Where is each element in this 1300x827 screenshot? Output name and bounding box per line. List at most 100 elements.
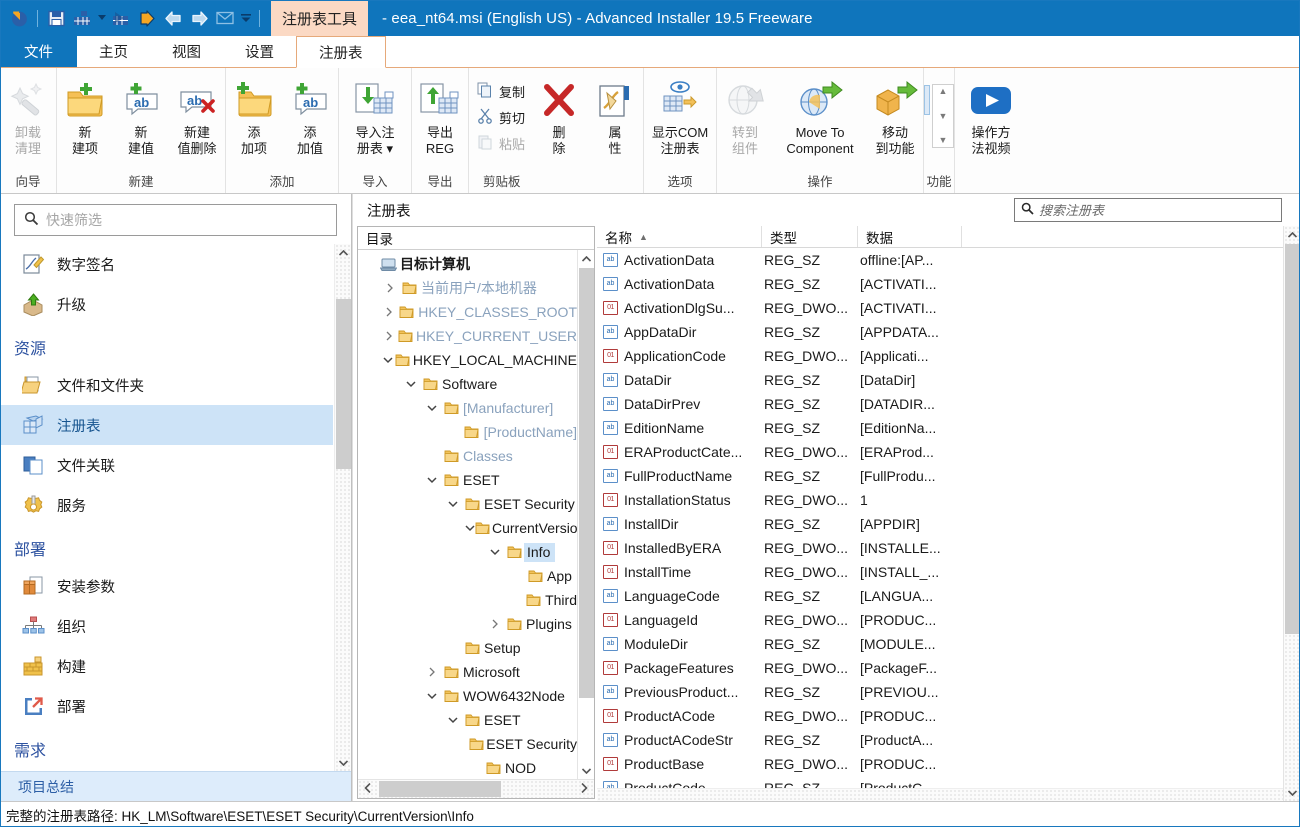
ribbon-button-add-key[interactable]: 添加项 [226,72,282,157]
tree-node[interactable]: NOD [358,756,577,779]
ribbon-button-go-to-component[interactable]: 转到组件 [717,72,773,157]
tab-file[interactable]: 文件 [0,36,77,67]
values-vertical-scrollbar[interactable] [1283,226,1300,801]
tree-twisty-collapsed-icon[interactable] [486,619,504,629]
tree-twisty-collapsed-icon[interactable] [381,331,397,341]
registry-value-row[interactable]: 01LanguageIdREG_DWO...[PRODUC... [597,608,1283,632]
registry-value-row[interactable]: 01ERAProductCate...REG_DWO...[ERAProd... [597,440,1283,464]
registry-value-row[interactable]: abDataDirREG_SZ[DataDir] [597,368,1283,392]
registry-value-row[interactable]: 01InstalledByERAREG_DWO...[INSTALLE... [597,536,1283,560]
values-scroll-down-icon[interactable] [1284,784,1300,801]
ribbon-button-cut[interactable]: 剪切 [477,104,525,130]
tab-registry[interactable]: 注册表 [296,36,386,68]
mail-icon[interactable] [212,5,238,31]
tree-twisty-expanded-icon[interactable] [402,380,420,388]
tree-node[interactable]: HKEY_CLASSES_ROOT [358,300,577,324]
spinner-down-icon[interactable]: ▼ [939,136,948,145]
tree-twisty-expanded-icon[interactable] [444,500,462,508]
sidebar-item-services[interactable]: 服务 [0,485,333,525]
registry-value-row[interactable]: abProductACodeStrREG_SZ[ProductA... [597,728,1283,752]
tree-node[interactable]: ESET Security [358,492,577,516]
tree-hscroll-thumb[interactable] [379,781,501,797]
column-header-data[interactable]: 数据 [858,226,962,247]
column-header-name[interactable]: 名称 ▲ [597,226,762,247]
app-logo-icon[interactable] [6,5,32,31]
back-icon[interactable] [160,5,186,31]
tree-node[interactable]: CurrentVersion [358,516,577,540]
tree-node[interactable]: Microsoft [358,660,577,684]
spinner-up-icon[interactable]: ▲ [939,87,948,96]
registry-value-row[interactable]: abActivationDataREG_SZoffline:[AP... [597,248,1283,272]
registry-value-row[interactable]: 01ProductACodeREG_DWO...[PRODUC... [597,704,1283,728]
values-horizontal-scrollbar[interactable] [597,788,1283,801]
registry-search-input[interactable] [1039,203,1275,218]
tree-node[interactable]: HKEY_LOCAL_MACHINE [358,348,577,372]
registry-value-row[interactable]: 01ApplicationCodeREG_DWO...[Applicati... [597,344,1283,368]
quick-filter-input[interactable] [46,212,327,228]
registry-value-row[interactable]: abProductCodeREG_SZ[ProductC [597,776,1283,788]
sidebar-scroll-down-icon[interactable] [335,754,351,771]
sidebar-item-files-and-folders[interactable]: 文件和文件夹 [0,365,333,405]
feature-spinner-control[interactable]: ▲ ▼ ▼ [924,72,954,148]
spinner-mid-icon[interactable]: ▼ [939,112,948,121]
column-header-type[interactable]: 类型 [762,226,858,247]
registry-value-row[interactable]: abAppDataDirREG_SZ[APPDATA... [597,320,1283,344]
tree-horizontal-scrollbar[interactable] [358,779,594,798]
registry-value-row[interactable]: abDataDirPrevREG_SZ[DATADIR... [597,392,1283,416]
registry-value-row[interactable]: 01InstallationStatusREG_DWO...1 [597,488,1283,512]
tree-scrollbar-thumb[interactable] [579,268,594,698]
tab-settings[interactable]: 设置 [223,36,296,67]
contextual-tab-registry-tools[interactable]: 注册表工具 [271,0,368,36]
values-scroll-up-icon[interactable] [1284,226,1300,243]
tree-node[interactable]: ESET Security [358,732,577,756]
values-scrollbar-thumb[interactable] [1285,244,1300,634]
tree-hscroll-track[interactable] [377,780,575,799]
sidebar-item-organization[interactable]: 组织 [0,606,333,646]
sidebar-item-upgrade[interactable]: 升级 [0,284,333,324]
tree-scroll-down-icon[interactable] [578,762,595,779]
registry-value-row[interactable]: 01PackageFeaturesREG_DWO...[PackageF... [597,656,1283,680]
project-summary-bar[interactable]: 项目总结 [0,771,351,801]
ribbon-button-copy[interactable]: 复制 [477,78,525,104]
save-icon[interactable] [43,5,69,31]
tree-node[interactable]: 当前用户/本地机器 [358,276,577,300]
registry-value-row[interactable]: abInstallDirREG_SZ[APPDIR] [597,512,1283,536]
ribbon-button-properties[interactable]: 属性 [587,72,643,157]
ribbon-button-new-key[interactable]: 新建项 [57,72,113,157]
tree-node[interactable]: ESET [358,708,577,732]
registry-value-row[interactable]: abModuleDirREG_SZ[MODULE... [597,632,1283,656]
tree-vertical-scrollbar[interactable] [577,250,594,779]
tree-node[interactable]: Third [358,588,577,612]
tree-node[interactable]: Software [358,372,577,396]
ribbon-button-uninstall-cleanup[interactable]: 卸载清理 [0,72,56,157]
tree-node[interactable]: [ProductName] [358,420,577,444]
forward-icon[interactable] [186,5,212,31]
sidebar-scrollbar-thumb[interactable] [336,299,351,469]
registry-value-row[interactable]: abFullProductNameREG_SZ[FullProdu... [597,464,1283,488]
ribbon-button-show-com-registry[interactable]: 显示COM注册表 [644,72,716,157]
tree-twisty-expanded-icon[interactable] [465,524,475,532]
tree-node[interactable]: [Manufacturer] [358,396,577,420]
ribbon-button-new-value-delete[interactable]: ab 新建值删除 [169,72,225,157]
sidebar-item-registry[interactable]: 注册表 [0,405,333,445]
tab-home[interactable]: 主页 [77,36,150,67]
registry-value-row[interactable]: abPreviousProduct...REG_SZ[PREVIOU... [597,680,1283,704]
tree-node[interactable]: WOW6432Node [358,684,577,708]
ribbon-button-add-value[interactable]: ab 添加值 [282,72,338,157]
registry-value-row[interactable]: abActivationDataREG_SZ[ACTIVATI... [597,272,1283,296]
ribbon-button-import-registry[interactable]: 导入注册表 ▾ [339,72,411,157]
registry-value-row[interactable]: 01ProductBaseREG_DWO...[PRODUC... [597,752,1283,776]
ribbon-button-howto-video[interactable]: 操作方法视频 [955,72,1027,157]
run-icon[interactable] [134,5,160,31]
ribbon-button-new-value[interactable]: ab 新建值 [113,72,169,157]
feature-spinner-icon[interactable]: ▲ ▼ ▼ [932,84,954,148]
ribbon-button-paste[interactable]: 粘贴 [477,130,525,156]
tree-scroll-right-icon[interactable] [575,783,594,796]
tree-node[interactable]: App [358,564,577,588]
tree-node[interactable]: Plugins [358,612,577,636]
sidebar-item-install-parameters[interactable]: 安装参数 [0,566,333,606]
registry-value-row[interactable]: 01InstallTimeREG_DWO...[INSTALL_... [597,560,1283,584]
sidebar-scroll-up-icon[interactable] [335,244,351,261]
tree-node[interactable]: ESET [358,468,577,492]
tree-twisty-expanded-icon[interactable] [423,404,441,412]
